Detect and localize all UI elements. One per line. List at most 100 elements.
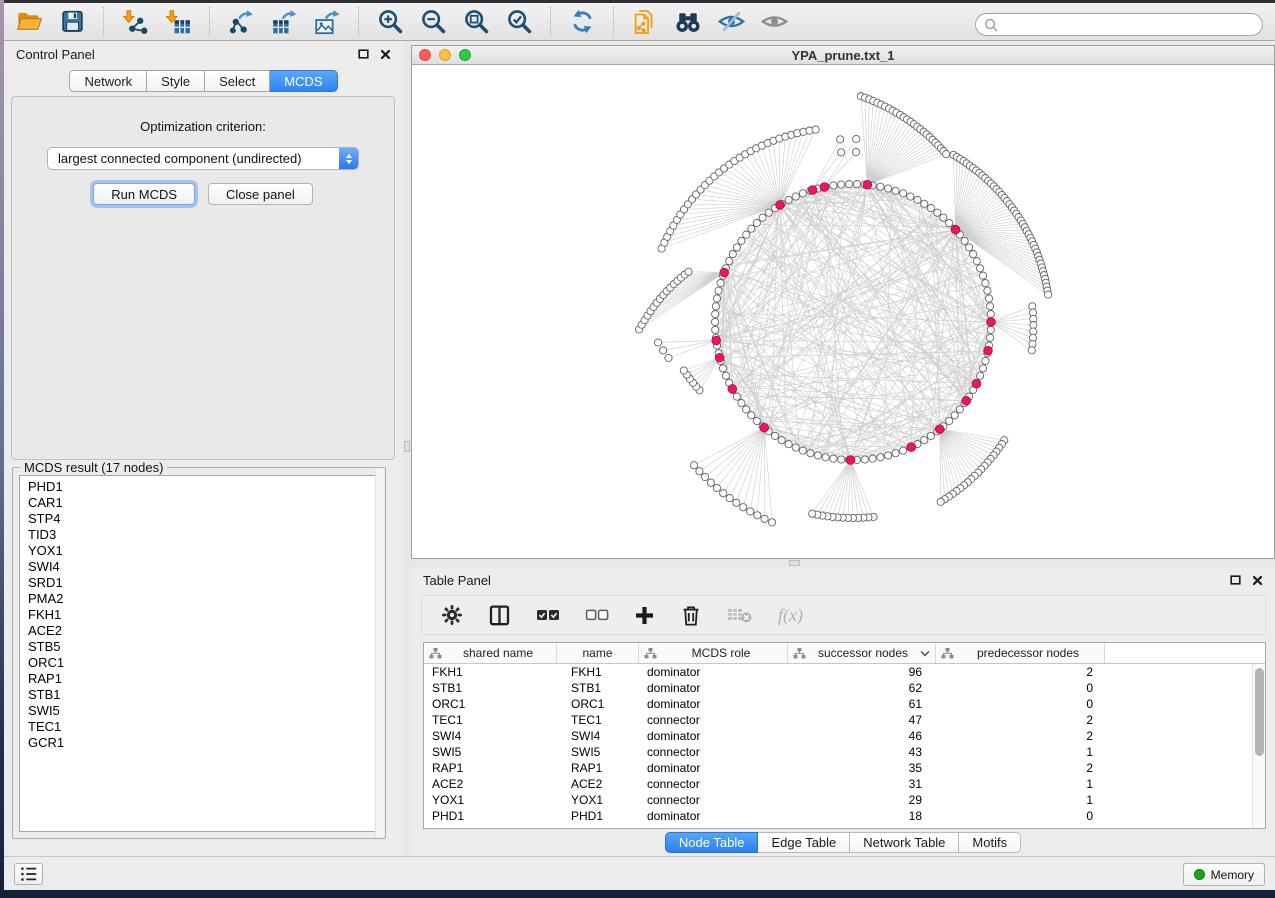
mcds-result-item[interactable]: TID3 — [28, 527, 378, 543]
table-cell[interactable]: YOX1 — [557, 792, 639, 808]
table-cell[interactable]: ACE2 — [557, 776, 639, 792]
tab-node-table[interactable]: Node Table — [665, 832, 759, 853]
table-cell[interactable]: SWI5 — [424, 744, 557, 760]
table-cell[interactable]: 2 — [936, 712, 1105, 728]
table-cell[interactable]: connector — [639, 744, 788, 760]
save-session-icon[interactable] — [57, 7, 87, 36]
table-scrollbar[interactable] — [1252, 664, 1265, 828]
mcds-result-item[interactable]: TEC1 — [28, 719, 378, 735]
table-cell[interactable]: 2 — [936, 664, 1105, 680]
memory-button[interactable]: Memory — [1183, 863, 1265, 886]
maximize-window-icon[interactable] — [459, 49, 471, 61]
mcds-result-item[interactable]: STB5 — [28, 639, 378, 655]
table-cell[interactable]: SWI4 — [424, 728, 557, 744]
table-cell[interactable]: 1 — [936, 792, 1105, 808]
tab-select[interactable]: Select — [205, 70, 270, 92]
close-window-icon[interactable] — [419, 49, 431, 61]
table-cell[interactable]: 47 — [788, 712, 936, 728]
table-settings-icon[interactable] — [441, 604, 463, 626]
table-cell[interactable]: STB1 — [424, 680, 557, 696]
mcds-result-item[interactable]: STP4 — [28, 511, 378, 527]
table-cell[interactable]: RAP1 — [557, 760, 639, 776]
float-panel-icon[interactable] — [358, 49, 369, 59]
export-network-icon[interactable] — [226, 7, 256, 36]
column-header[interactable]: MCDS role — [639, 643, 788, 663]
table-cell[interactable]: PHD1 — [424, 808, 557, 824]
table-cell[interactable]: ACE2 — [424, 776, 557, 792]
search-input[interactable] — [998, 18, 1262, 32]
scrollbar-thumb[interactable] — [1255, 668, 1264, 756]
table-cell[interactable]: YOX1 — [424, 792, 557, 808]
tab-network[interactable]: Network — [69, 70, 147, 92]
tab-style[interactable]: Style — [147, 70, 205, 92]
tab-mcds[interactable]: MCDS — [270, 70, 337, 92]
table-cell[interactable]: ORC1 — [557, 696, 639, 712]
table-cell[interactable]: 46 — [788, 728, 936, 744]
splitter-handle[interactable] — [404, 441, 410, 452]
table-cell[interactable]: 31 — [788, 776, 936, 792]
table-cell[interactable]: 62 — [788, 680, 936, 696]
zoom-fit-icon[interactable] — [461, 7, 491, 36]
run-mcds-button[interactable]: Run MCDS — [93, 183, 195, 205]
table-cell[interactable]: 18 — [788, 808, 936, 824]
task-history-button[interactable] — [14, 863, 43, 885]
column-header[interactable]: successor nodes — [788, 643, 936, 663]
zoom-in-icon[interactable] — [375, 7, 405, 36]
table-row[interactable]: TEC1TEC1connector472 — [424, 712, 1265, 728]
table-cell[interactable]: dominator — [639, 664, 788, 680]
horizontal-splitter[interactable] — [411, 559, 1275, 567]
delete-column-icon[interactable] — [680, 604, 702, 627]
table-cell[interactable]: dominator — [639, 696, 788, 712]
export-image-icon[interactable] — [312, 7, 342, 36]
table-row[interactable]: SWI5SWI5connector431 — [424, 744, 1265, 760]
table-cell[interactable]: 29 — [788, 792, 936, 808]
table-cell[interactable]: STB1 — [557, 680, 639, 696]
table-row[interactable]: RAP1RAP1dominator352 — [424, 760, 1265, 776]
mcds-result-list[interactable]: PHD1CAR1STP4TID3YOX1SWI4SRD1PMA2FKH1ACE2… — [19, 475, 379, 832]
add-column-icon[interactable] — [634, 605, 655, 626]
table-cell[interactable]: dominator — [639, 760, 788, 776]
table-cell[interactable]: 0 — [936, 696, 1105, 712]
mcds-result-item[interactable]: YOX1 — [28, 543, 378, 559]
table-cell[interactable]: 61 — [788, 696, 936, 712]
select-all-columns-icon[interactable] — [536, 607, 560, 623]
mcds-result-item[interactable]: SRD1 — [28, 575, 378, 591]
table-row[interactable]: STB1STB1dominator620 — [424, 680, 1265, 696]
refresh-icon[interactable] — [567, 7, 597, 36]
close-panel-icon[interactable] — [380, 49, 391, 60]
minimize-window-icon[interactable] — [439, 49, 451, 61]
mcds-result-item[interactable]: CAR1 — [28, 495, 378, 511]
result-list-scrollbar[interactable] — [375, 469, 384, 837]
eye-icon[interactable] — [759, 7, 789, 36]
mcds-result-item[interactable]: PMA2 — [28, 591, 378, 607]
search-neighbors-icon[interactable] — [673, 7, 703, 36]
network-window-titlebar[interactable]: YPA_prune.txt_1 — [412, 46, 1274, 65]
open-session-icon[interactable] — [14, 7, 44, 36]
table-cell[interactable]: 0 — [936, 808, 1105, 824]
mcds-result-item[interactable]: SWI4 — [28, 559, 378, 575]
table-cell[interactable]: ORC1 — [424, 696, 557, 712]
zoom-out-icon[interactable] — [418, 7, 448, 36]
table-cell[interactable]: 2 — [936, 760, 1105, 776]
close-panel-icon[interactable] — [1252, 575, 1263, 586]
table-cell[interactable]: 1 — [936, 744, 1105, 760]
table-cell[interactable]: 96 — [788, 664, 936, 680]
table-cell[interactable]: TEC1 — [424, 712, 557, 728]
mcds-result-item[interactable]: STB1 — [28, 687, 378, 703]
table-cell[interactable]: 2 — [936, 728, 1105, 744]
column-layout-icon[interactable] — [488, 604, 511, 627]
table-cell[interactable]: 35 — [788, 760, 936, 776]
network-canvas[interactable] — [412, 65, 1274, 558]
export-table-icon[interactable] — [269, 7, 299, 36]
function-builder-icon[interactable]: f(x) — [778, 605, 803, 626]
float-panel-icon[interactable] — [1230, 575, 1241, 585]
table-cell[interactable]: PHD1 — [557, 808, 639, 824]
table-cell[interactable]: RAP1 — [424, 760, 557, 776]
table-cell[interactable]: 0 — [936, 680, 1105, 696]
zoom-selected-icon[interactable] — [504, 7, 534, 36]
column-header[interactable]: predecessor nodes — [936, 643, 1105, 663]
table-row[interactable]: PHD1PHD1dominator180 — [424, 808, 1265, 824]
import-network-icon[interactable] — [120, 7, 150, 36]
column-header[interactable]: shared name — [424, 643, 557, 663]
mcds-result-item[interactable]: FKH1 — [28, 607, 378, 623]
